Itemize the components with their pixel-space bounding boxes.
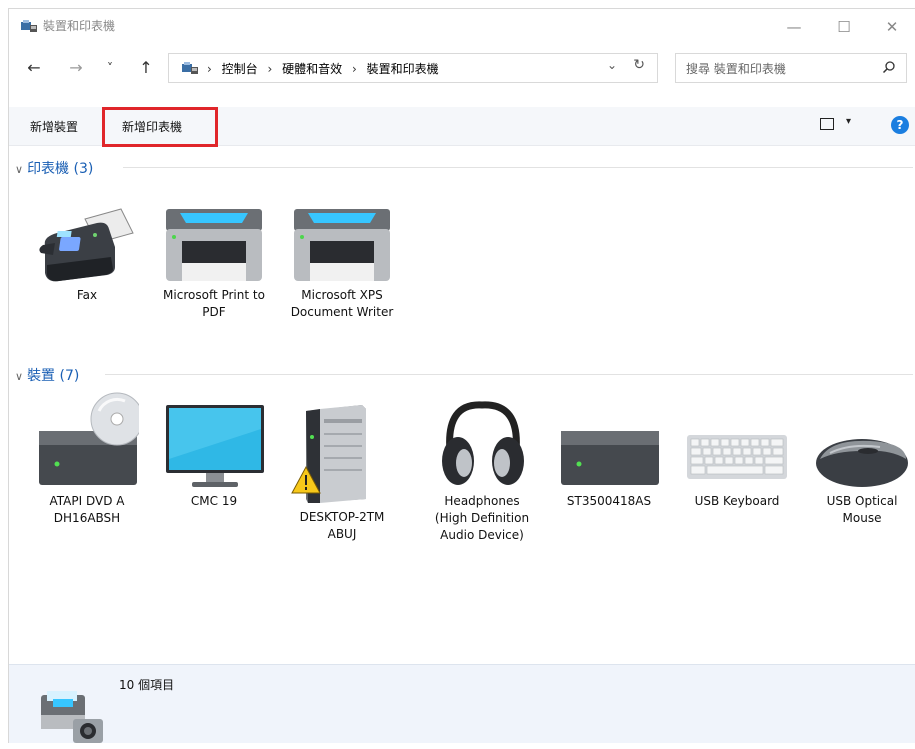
address-bar[interactable]: › 控制台 › 硬體和音效 › 裝置和印表機 ⌄ ↻ [168, 53, 658, 83]
breadcrumb-hardware-sound[interactable]: 硬體和音效 [282, 62, 342, 76]
command-bar: 新增裝置 新增印表機 ▾ ? [9, 107, 915, 147]
add-device-button[interactable]: 新增裝置 [30, 118, 78, 135]
view-dropdown-icon[interactable]: ▾ [846, 116, 851, 127]
search-placeholder: 搜尋 裝置和印表機 [686, 62, 786, 76]
fax-icon [39, 208, 134, 282]
printer-icon [166, 209, 262, 281]
mouse-icon [816, 439, 908, 487]
highlight-box [102, 107, 218, 147]
device-atapi-dvd[interactable]: ATAPI DVD A DH16ABSH [33, 389, 141, 527]
title-bar: 裝置和印表機 — ☐ ✕ [9, 9, 915, 43]
hard-drive-icon [561, 431, 659, 485]
device-microsoft-xps-document-writer[interactable]: Microsoft XPS Document Writer [288, 207, 396, 321]
devices-printers-icon [21, 20, 37, 32]
chevron-down-icon[interactable]: ∨ [15, 370, 23, 383]
recent-locations-button[interactable]: ˅ [99, 57, 121, 79]
group-label: 裝置 (7) [27, 368, 80, 384]
breadcrumb-devices-printers[interactable]: 裝置和印表機 [367, 62, 439, 76]
device-usb-optical-mouse[interactable]: USB Optical Mouse [810, 389, 914, 527]
breadcrumb-separator[interactable]: › [352, 62, 357, 76]
window-title: 裝置和印表機 [43, 19, 116, 33]
search-input[interactable]: 搜尋 裝置和印表機 [675, 53, 907, 83]
devices-printers-icon [182, 62, 198, 74]
device-headphones[interactable]: Headphones (High Definition Audio Device… [428, 389, 536, 544]
refresh-button[interactable]: ↻ [633, 57, 645, 73]
device-fax[interactable]: Fax [33, 207, 141, 304]
chevron-down-icon[interactable]: ∨ [15, 163, 23, 176]
view-icon[interactable] [820, 118, 834, 130]
navigation-bar: ← → ˅ ↑ › 控制台 › 硬體和音效 › 裝置和印表機 ⌄ ↻ 搜尋 裝置… [9, 49, 915, 85]
group-divider [123, 167, 913, 168]
device-label: USB Optical Mouse [826, 494, 898, 525]
breadcrumb-control-panel[interactable]: 控制台 [222, 62, 258, 76]
group-label: 印表機 (3) [27, 161, 94, 177]
back-button[interactable]: ← [23, 57, 45, 79]
item-count: 10 個項目 [119, 678, 175, 692]
device-label: ST3500418AS [566, 494, 652, 508]
monitor-icon [166, 405, 264, 487]
maximize-button[interactable]: ☐ [821, 13, 867, 41]
group-header-devices[interactable]: ∨ 裝置 (7) [15, 365, 79, 385]
computer-tower-icon [291, 405, 366, 503]
help-icon[interactable]: ? [891, 116, 909, 134]
device-label: Headphones (High Definition Audio Device… [434, 494, 530, 542]
device-label: DESKTOP-2TM ABUJ [299, 510, 385, 541]
group-header-printers[interactable]: ∨ 印表機 (3) [15, 158, 93, 178]
breadcrumb: › 控制台 › 硬體和音效 › 裝置和印表機 [207, 60, 439, 77]
printer-icon [294, 209, 390, 281]
up-button[interactable]: ↑ [135, 57, 157, 79]
device-cmc-19[interactable]: CMC 19 [160, 389, 268, 510]
headphones-icon [442, 401, 524, 485]
search-icon[interactable] [882, 60, 896, 74]
device-label: Microsoft XPS Document Writer [290, 288, 394, 319]
devices-printers-icon [41, 691, 103, 743]
forward-button[interactable]: → [65, 57, 87, 79]
close-button[interactable]: ✕ [869, 13, 915, 41]
address-dropdown-icon[interactable]: ⌄ [607, 58, 617, 72]
dvd-drive-icon [39, 392, 139, 485]
breadcrumb-separator[interactable]: › [207, 62, 212, 76]
device-label: Fax [76, 288, 98, 302]
device-usb-keyboard[interactable]: USB Keyboard [683, 389, 791, 510]
status-bar: 10 個項目 [9, 664, 915, 743]
device-label: USB Keyboard [694, 494, 780, 508]
device-desktop[interactable]: DESKTOP-2TM ABUJ [288, 389, 396, 543]
breadcrumb-separator[interactable]: › [267, 62, 272, 76]
device-label: ATAPI DVD A DH16ABSH [49, 494, 125, 525]
keyboard-icon [687, 435, 787, 479]
device-label: Microsoft Print to PDF [163, 288, 265, 319]
minimize-button[interactable]: — [771, 13, 817, 41]
device-st3500418as[interactable]: ST3500418AS [555, 389, 663, 510]
device-microsoft-print-to-pdf[interactable]: Microsoft Print to PDF [160, 207, 268, 321]
group-divider [105, 374, 913, 375]
window: 裝置和印表機 — ☐ ✕ ← → ˅ ↑ › 控制台 › 硬體和音效 › 裝置和… [8, 8, 915, 743]
device-label: CMC 19 [190, 494, 238, 508]
